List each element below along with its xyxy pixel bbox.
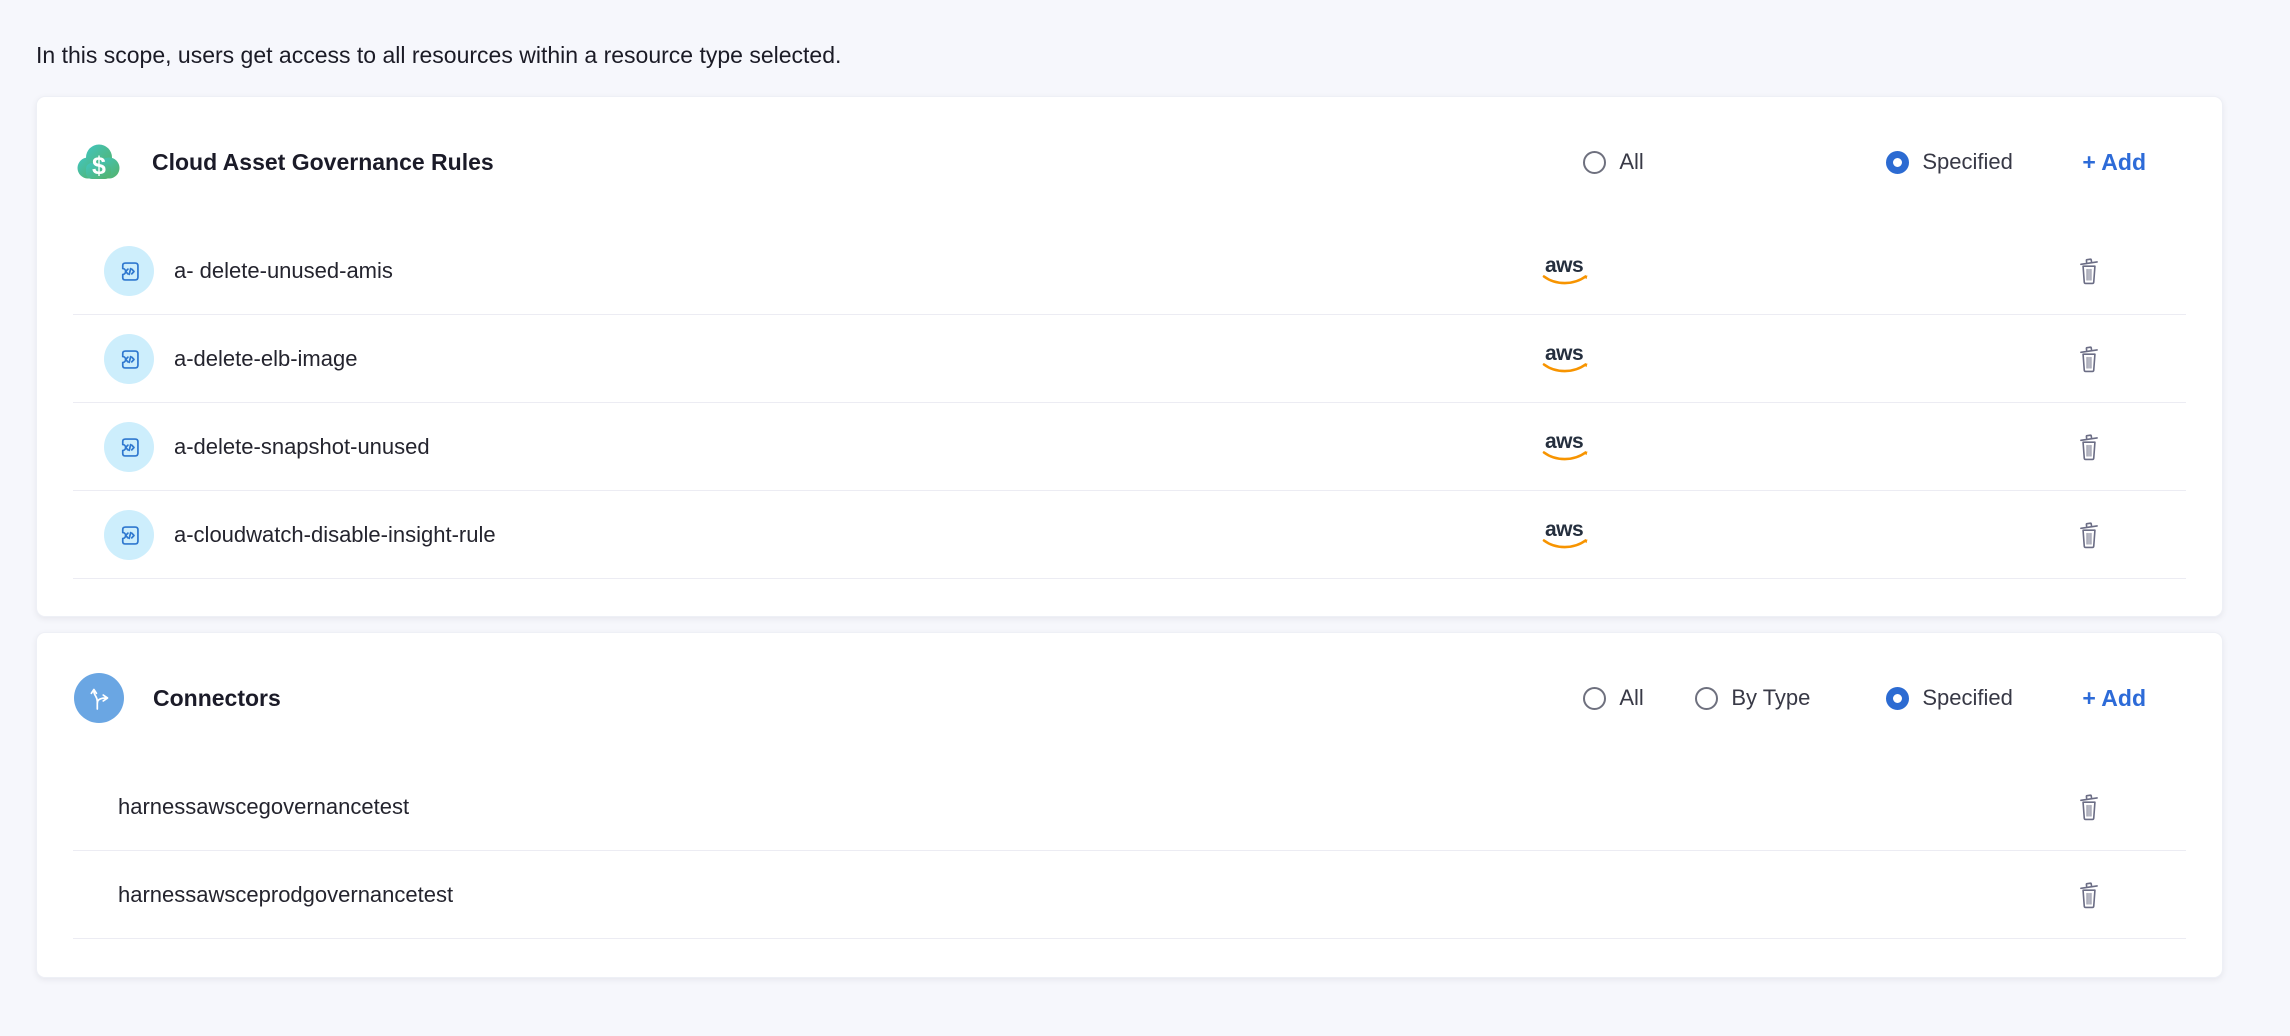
governance-radio-specified[interactable]: Specified [1886,149,2082,175]
connectors-card: Connectors All By Type Specified + Add h… [36,632,2223,978]
trash-icon [2076,881,2102,909]
scope-panel: In this scope, users get access to all r… [0,0,2290,978]
connectors-header: Connectors All By Type Specified + Add [37,633,2222,763]
provider-cell: aws [1539,517,2075,553]
radio-specified-icon[interactable] [1886,687,1909,710]
cloud-dollar-icon: $ [74,142,122,182]
governance-rule-icon [104,334,154,384]
governance-rules-card: $ Cloud Asset Governance Rules All Speci… [36,96,2223,617]
table-row: a-delete-snapshot-unused aws [37,403,2222,491]
table-row: harnessawsceprodgovernancetest [37,851,2222,939]
connectors-radio-specified[interactable]: Specified [1886,685,2082,711]
table-row: harnessawscegovernancetest [37,763,2222,851]
card-bottom-spacer [37,579,2222,616]
rule-name: a- delete-unused-amis [174,258,1539,284]
scope-description: In this scope, users get access to all r… [36,40,2290,70]
delete-connector-button[interactable] [2075,881,2102,909]
governance-add-button[interactable]: + Add [2082,149,2146,176]
trash-icon [2076,345,2102,373]
delete-rule-button[interactable] [2075,521,2102,549]
trash-icon [2076,521,2102,549]
delete-rule-button[interactable] [2075,345,2102,373]
rule-name: a-delete-elb-image [174,346,1539,372]
provider-cell: aws [1539,341,2075,377]
svg-text:aws: aws [1545,430,1583,453]
connectors-add-button[interactable]: + Add [2082,685,2146,712]
table-row: a- delete-unused-amis aws [37,227,2222,315]
rule-name: a-cloudwatch-disable-insight-rule [174,522,1539,548]
radio-specified-label[interactable]: Specified [1922,685,2013,711]
connectors-scope-controls: All By Type Specified + Add [1583,685,2146,712]
governance-rules-title: Cloud Asset Governance Rules [152,149,494,176]
trash-icon [2076,257,2102,285]
trash-icon [2076,433,2102,461]
svg-text:aws: aws [1545,342,1583,365]
governance-rule-icon [104,422,154,472]
table-row: a-cloudwatch-disable-insight-rule aws [37,491,2222,579]
connectors-radio-by-type[interactable]: By Type [1695,685,1886,711]
provider-cell: aws [1539,253,2075,289]
aws-logo: aws [1539,429,1593,465]
trash-icon [2076,793,2102,821]
table-row: a-delete-elb-image aws [37,315,2222,403]
aws-logo: aws [1539,517,1593,553]
radio-by-type-label[interactable]: By Type [1731,685,1810,711]
aws-logo: aws [1539,253,1593,289]
radio-all-icon[interactable] [1583,687,1606,710]
svg-text:aws: aws [1545,518,1583,541]
radio-all-label[interactable]: All [1619,149,1643,175]
connectors-title: Connectors [153,685,281,712]
governance-rule-icon [104,510,154,560]
rule-name: a-delete-snapshot-unused [174,434,1539,460]
radio-specified-icon[interactable] [1886,151,1909,174]
card-bottom-spacer [37,939,2222,977]
branch-arrows-icon [74,673,124,723]
radio-all-label[interactable]: All [1619,685,1643,711]
radio-all-icon[interactable] [1583,151,1606,174]
aws-logo: aws [1539,341,1593,377]
provider-cell: aws [1539,429,2075,465]
svg-text:$: $ [92,152,106,180]
radio-by-type-icon[interactable] [1695,687,1718,710]
radio-specified-label[interactable]: Specified [1922,149,2013,175]
governance-radio-all[interactable]: All [1583,149,1695,175]
delete-connector-button[interactable] [2075,793,2102,821]
connector-name: harnessawscegovernancetest [118,794,1539,820]
governance-rule-icon [104,246,154,296]
governance-scope-controls: All Specified + Add [1583,149,2146,176]
governance-rules-header: $ Cloud Asset Governance Rules All Speci… [37,97,2222,227]
delete-rule-button[interactable] [2075,257,2102,285]
connectors-radio-all[interactable]: All [1583,685,1695,711]
delete-rule-button[interactable] [2075,433,2102,461]
connector-name: harnessawsceprodgovernancetest [118,882,1539,908]
svg-text:aws: aws [1545,254,1583,277]
